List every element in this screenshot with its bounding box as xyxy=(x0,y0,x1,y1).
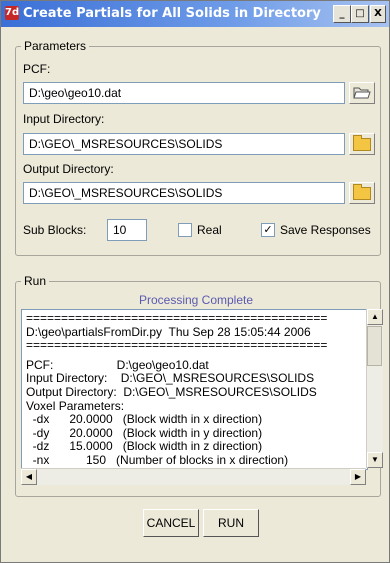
output-directory-field[interactable]: D:\GEO\_MSRESOURCES\SOLIDS xyxy=(23,182,345,204)
scroll-left-arrow[interactable]: ◀ xyxy=(21,469,37,485)
run-button[interactable]: RUN xyxy=(203,509,259,537)
dialog-window: 7d Create Partials for All Solids in Dir… xyxy=(0,0,390,563)
run-legend: Run xyxy=(21,274,50,288)
pcf-field[interactable]: D:\geo\geo10.dat xyxy=(23,82,345,104)
window-title: Create Partials for All Solids in Direct… xyxy=(23,6,321,21)
real-label: Real xyxy=(197,223,222,237)
sub-blocks-label: Sub Blocks: xyxy=(23,223,87,237)
log-horizontal-scrollbar[interactable]: ◀ ▶ xyxy=(21,468,366,485)
scroll-up-arrow[interactable]: ▲ xyxy=(367,309,383,325)
parameters-legend: Parameters xyxy=(21,39,90,53)
input-directory-label: Input Directory: xyxy=(23,112,105,126)
log-line: Output Directory: D:\GEO\_MSRESOURCES\SO… xyxy=(26,384,317,399)
output-directory-label: Output Directory: xyxy=(23,162,114,176)
log-line: Input Directory: D:\GEO\_MSRESOURCES\SOL… xyxy=(26,371,315,386)
save-responses-checkbox[interactable]: ✓ xyxy=(261,223,275,237)
browse-output-button[interactable] xyxy=(349,182,375,204)
log-line: -dx 20.0000 (Block width in x direction) xyxy=(26,412,263,427)
log-line: -nx 150 (Number of blocks in x direction… xyxy=(26,452,289,467)
log-line: Voxel Parameters: xyxy=(26,398,125,413)
log-line: -dz 15.0000 (Block width in z direction) xyxy=(26,439,263,454)
save-responses-label: Save Responses xyxy=(280,223,371,237)
title-bar[interactable]: 7d Create Partials for All Solids in Dir… xyxy=(1,1,389,27)
input-directory-field[interactable]: D:\GEO\_MSRESOURCES\SOLIDS xyxy=(23,133,345,155)
close-button[interactable]: X xyxy=(370,5,386,23)
cancel-button[interactable]: CANCEL xyxy=(143,509,199,537)
real-checkbox[interactable] xyxy=(178,223,192,237)
scroll-down-arrow[interactable]: ▼ xyxy=(367,452,383,468)
minimize-button[interactable]: _ xyxy=(333,5,351,23)
scroll-right-arrow[interactable]: ▶ xyxy=(350,469,366,485)
log-line: ========================================… xyxy=(26,338,328,353)
log-vertical-scrollbar[interactable]: ▲ ▼ xyxy=(366,309,383,468)
browse-input-button[interactable] xyxy=(349,133,375,155)
maximize-button[interactable]: □ xyxy=(351,5,369,23)
folder-icon xyxy=(353,183,371,200)
folder-icon xyxy=(353,134,371,151)
scroll-thumb[interactable] xyxy=(367,326,382,366)
pcf-label: PCF: xyxy=(23,62,51,76)
log-line: PCF: D:\geo\geo10.dat xyxy=(26,357,209,372)
sub-blocks-input[interactable]: 10 xyxy=(107,219,147,241)
log-line: D:\geo\partialsFromDir.py Thu Sep 28 15:… xyxy=(26,324,311,339)
status-text: Processing Complete xyxy=(138,293,254,307)
log-line: ========================================… xyxy=(26,311,328,325)
open-file-button[interactable] xyxy=(349,82,375,104)
log-output[interactable]: ========================================… xyxy=(21,309,368,470)
open-folder-icon xyxy=(353,87,371,99)
log-line: -dy 20.0000 (Block width in y direction) xyxy=(26,425,263,440)
app-icon: 7d xyxy=(5,6,20,20)
